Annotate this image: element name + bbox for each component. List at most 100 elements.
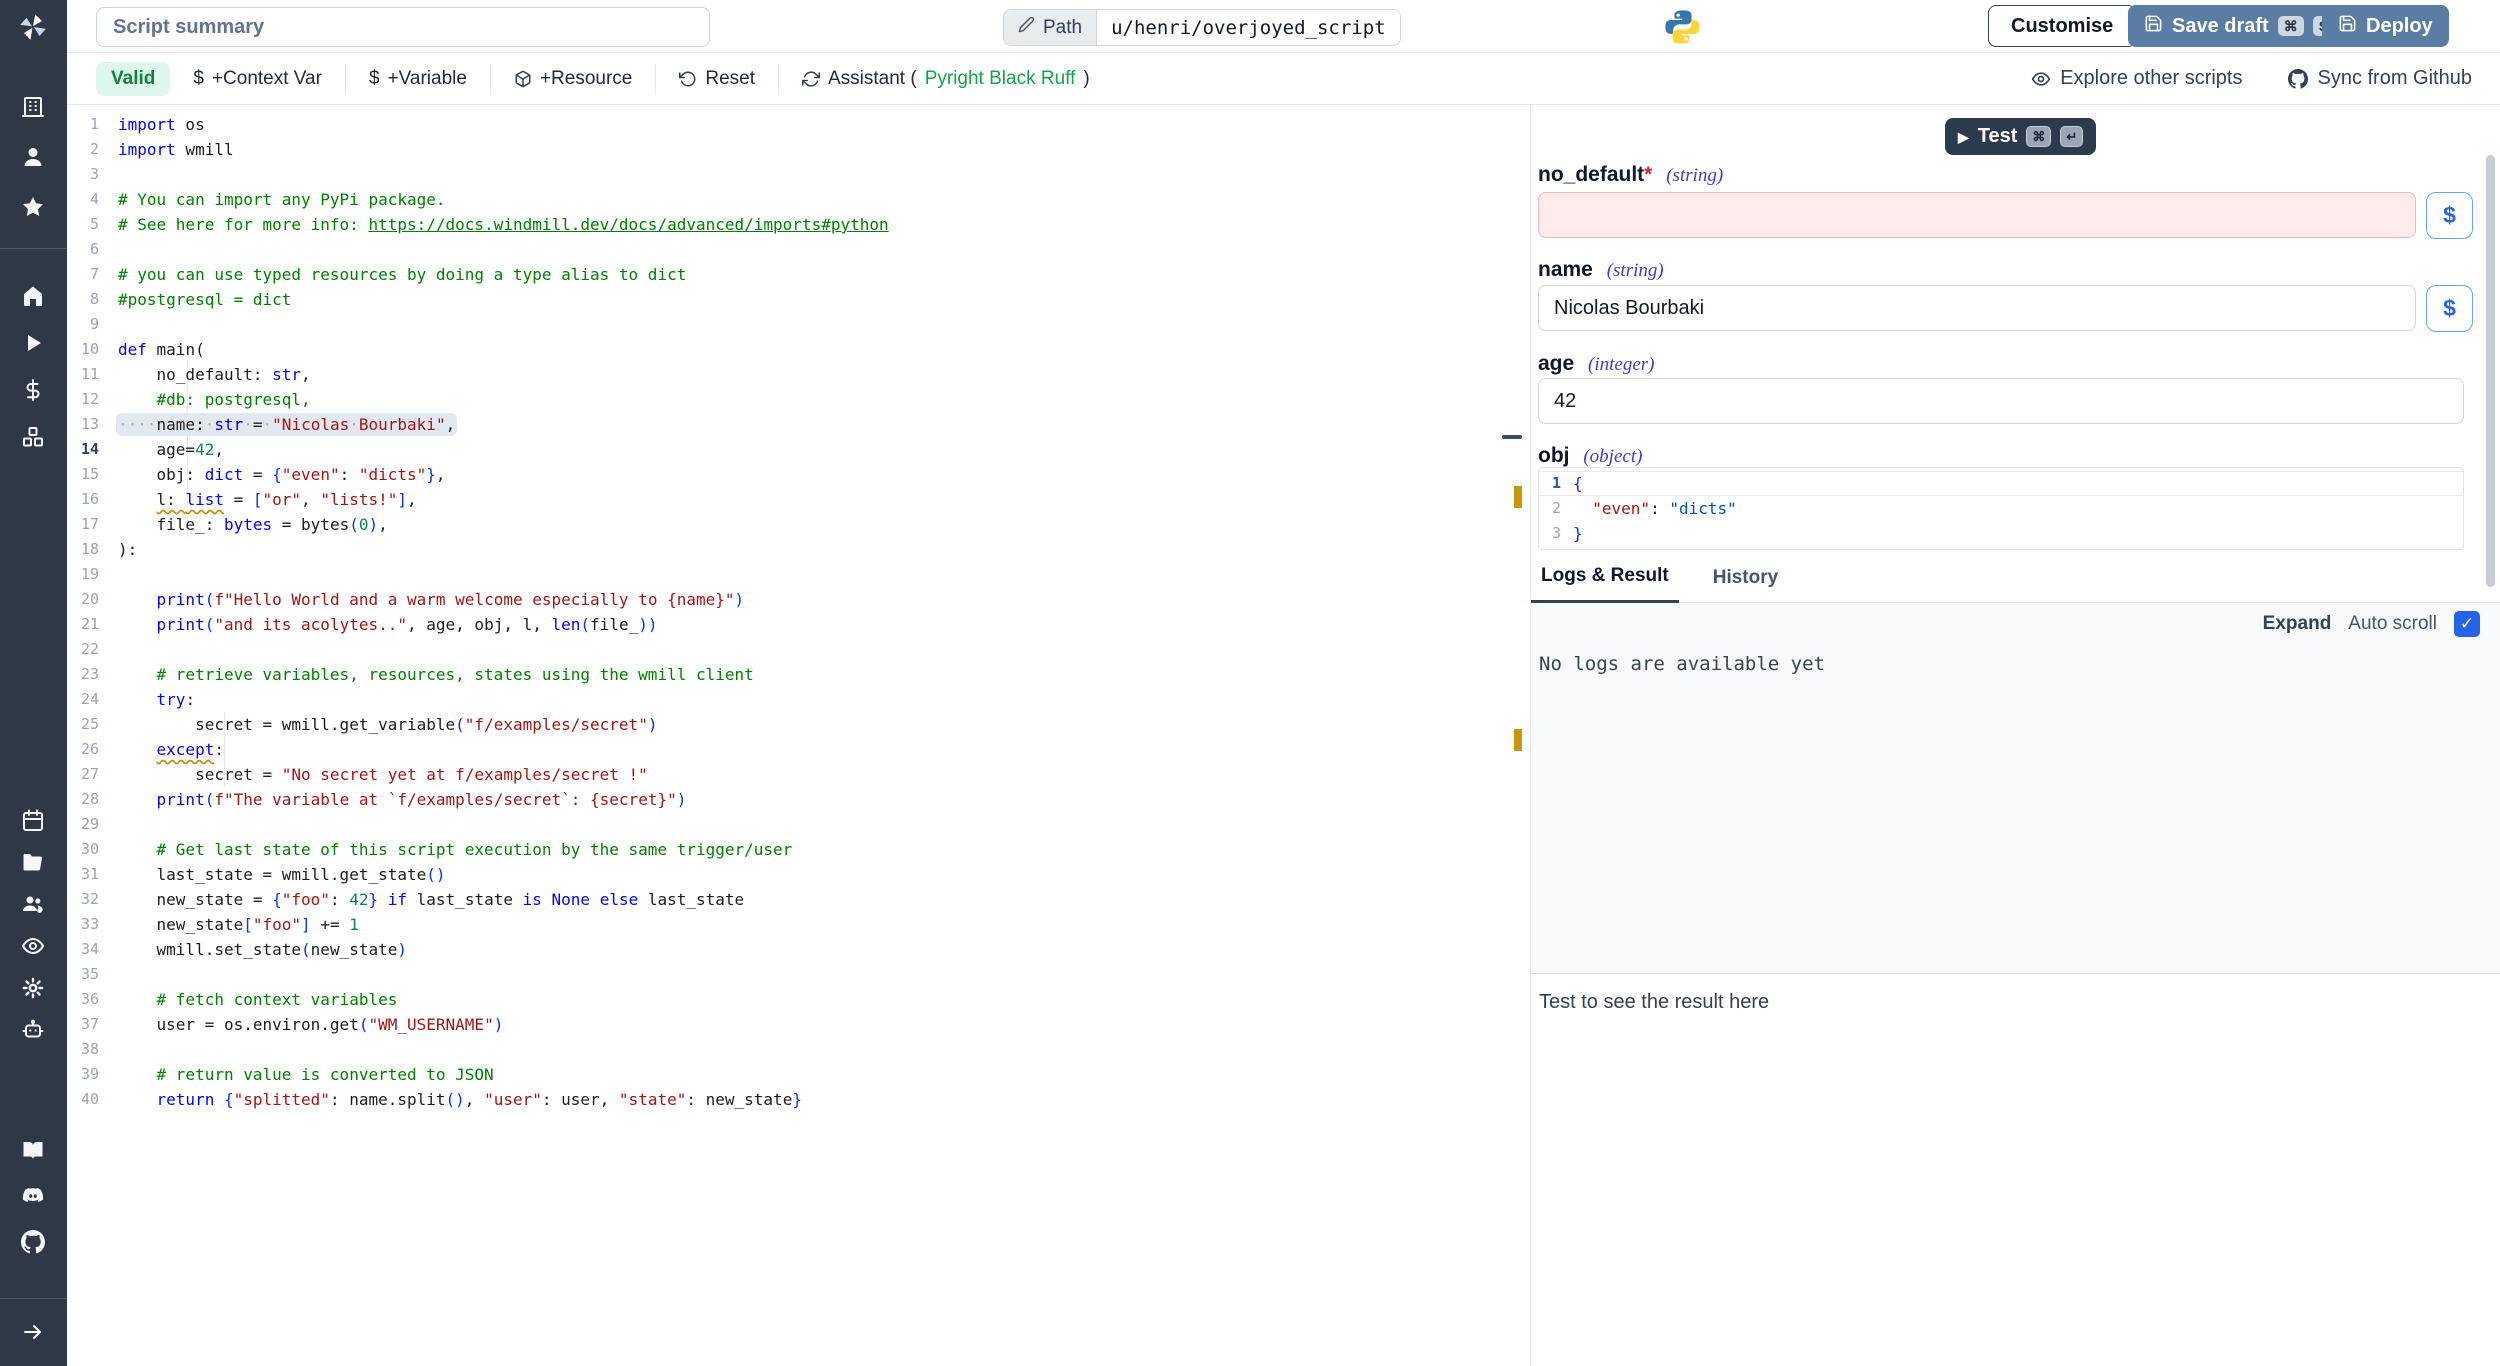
test-button[interactable]: ▶ Test ⌘ ↵ [1945, 118, 2096, 155]
test-label: Test [1978, 125, 2018, 148]
line-number: 1 [67, 112, 112, 137]
line-number: 6 [67, 237, 112, 262]
code-line: 27 secret = "No secret yet at f/examples… [67, 762, 648, 787]
code-text: try: [118, 687, 195, 712]
building-icon[interactable] [21, 95, 45, 119]
cubes-icon[interactable] [21, 425, 45, 449]
code-line: 4# You can import any PyPi package. [67, 187, 446, 212]
code-line: 23 # retrieve variables, resources, stat… [67, 662, 754, 687]
code-text: def main( [118, 337, 205, 362]
name-input[interactable]: Nicolas Bourbaki [1538, 285, 2416, 331]
github-icon[interactable] [21, 1230, 45, 1254]
code-editor[interactable]: 1import os2import wmill34# You can impor… [67, 105, 1504, 1366]
warning-marker [1514, 486, 1522, 508]
code-line: 9 [67, 312, 118, 337]
validity-badge: Valid [96, 62, 170, 96]
robot-icon[interactable] [21, 1018, 45, 1042]
save-draft-button[interactable]: Save draft ⌘ S [2128, 5, 2350, 47]
line-number: 22 [67, 637, 112, 662]
folder-icon[interactable] [21, 850, 45, 874]
home-icon[interactable] [21, 284, 45, 308]
windmill-logo-icon[interactable] [18, 12, 48, 42]
no-default-input[interactable] [1538, 192, 2416, 238]
result-placeholder: Test to see the result here [1539, 991, 1769, 1014]
code-line: 5# See here for more info: https://docs.… [67, 212, 889, 237]
result-pane: Test to see the result here [1531, 973, 2500, 1366]
code-line: 13····name:·str·=·"Nicolas·Bourbaki", [67, 412, 455, 437]
line-number: 3 [1539, 521, 1573, 546]
pencil-icon [1018, 16, 1035, 39]
discord-icon[interactable] [21, 1184, 45, 1208]
toolbar-link-label: Sync from Github [2317, 67, 2472, 90]
assistant-linters-label: Pyright Black Ruff [925, 68, 1076, 90]
sync-from-github-button[interactable]: Sync from Github [2288, 67, 2472, 90]
code-text: print(f"Hello World and a warm welcome e… [118, 587, 744, 612]
line-number: 19 [67, 562, 112, 587]
reset-button[interactable]: Reset [656, 68, 778, 90]
arrow-right-icon[interactable] [21, 1320, 45, 1344]
resource-button[interactable]: +Resource [491, 68, 655, 90]
explore-other-scripts-button[interactable]: Explore other scripts [2031, 67, 2242, 90]
eye-icon[interactable] [21, 934, 45, 958]
json-text: "even": "dicts" [1573, 496, 1737, 521]
json-editor-line: 2 "even": "dicts" [1539, 496, 2463, 521]
code-line: 20 print(f"Hello World and a warm welcom… [67, 587, 744, 612]
play-icon[interactable] [21, 331, 45, 355]
run-preview-panel: ▶ Test ⌘ ↵ no_default* (string) $ name (… [1531, 105, 2500, 1366]
insert-variable-button[interactable]: $ [2426, 192, 2473, 239]
tab-logs-result[interactable]: Logs & Result [1531, 565, 1679, 603]
code-text: return {"splitted": name.split(), "user"… [118, 1087, 802, 1112]
line-number: 2 [1539, 496, 1573, 521]
sidebar-divider [0, 248, 67, 249]
json-editor-line: 1{ [1539, 471, 2463, 496]
assistant-button[interactable]: Assistant (Pyright Black Ruff) [779, 68, 1113, 90]
line-number: 9 [67, 312, 112, 337]
contextvar-button[interactable]: $+Context Var [170, 68, 345, 90]
splitter-handle[interactable] [1502, 435, 1522, 439]
code-line: 36 # fetch context variables [67, 987, 397, 1012]
line-number: 17 [67, 512, 112, 537]
line-number: 21 [67, 612, 112, 637]
line-number: 3 [67, 162, 112, 187]
user-icon[interactable] [21, 145, 45, 169]
autoscroll-checkbox[interactable]: ✓ [2454, 611, 2480, 637]
obj-json-editor[interactable]: 1{2 "even": "dicts"3} [1538, 467, 2464, 550]
logs-pane: Expand Auto scroll ✓ No logs are availab… [1531, 603, 2500, 973]
dollar-icon[interactable] [21, 378, 45, 402]
code-line: 14 age=42, [67, 437, 224, 462]
code-text: #db: postgresql, [118, 387, 311, 412]
rotate-ccw-icon [679, 70, 697, 88]
star-icon[interactable] [21, 195, 45, 219]
line-number: 18 [67, 537, 112, 562]
gear-icon[interactable] [21, 976, 45, 1000]
path-field[interactable]: Path u/henri/overjoyed_script [1003, 9, 1401, 46]
line-number: 12 [67, 387, 112, 412]
code-text: except: [118, 737, 224, 762]
save-draft-label: Save draft [2172, 15, 2269, 38]
code-line: 22 [67, 637, 118, 662]
code-line: 28 print(f"The variable at `f/examples/s… [67, 787, 686, 812]
tab-history[interactable]: History [1703, 567, 1788, 602]
line-number: 20 [67, 587, 112, 612]
calendar-icon[interactable] [21, 808, 45, 832]
play-icon: ▶ [1958, 130, 1969, 144]
book-icon[interactable] [21, 1138, 45, 1162]
expand-button[interactable]: Expand [2263, 613, 2332, 635]
users-icon[interactable] [21, 892, 45, 916]
line-number: 10 [67, 337, 112, 362]
refresh-cw-icon [802, 70, 820, 88]
code-line: 11 no_default: str, [67, 362, 311, 387]
code-line: 31 last_state = wmill.get_state() [67, 862, 446, 887]
variable-button[interactable]: $+Variable [346, 68, 490, 90]
top-bar: Path u/henri/overjoyed_script Customise … [67, 0, 2500, 53]
customise-button[interactable]: Customise [1988, 5, 2136, 47]
line-number: 25 [67, 712, 112, 737]
line-number: 27 [67, 762, 112, 787]
panel-scrollbar[interactable] [2486, 155, 2495, 587]
code-line: 38 [67, 1037, 118, 1062]
deploy-button[interactable]: Deploy [2322, 5, 2449, 47]
age-input[interactable]: 42 [1538, 378, 2464, 424]
code-line: 29 [67, 812, 118, 837]
insert-variable-button[interactable]: $ [2426, 285, 2473, 332]
script-summary-input[interactable] [96, 7, 710, 47]
